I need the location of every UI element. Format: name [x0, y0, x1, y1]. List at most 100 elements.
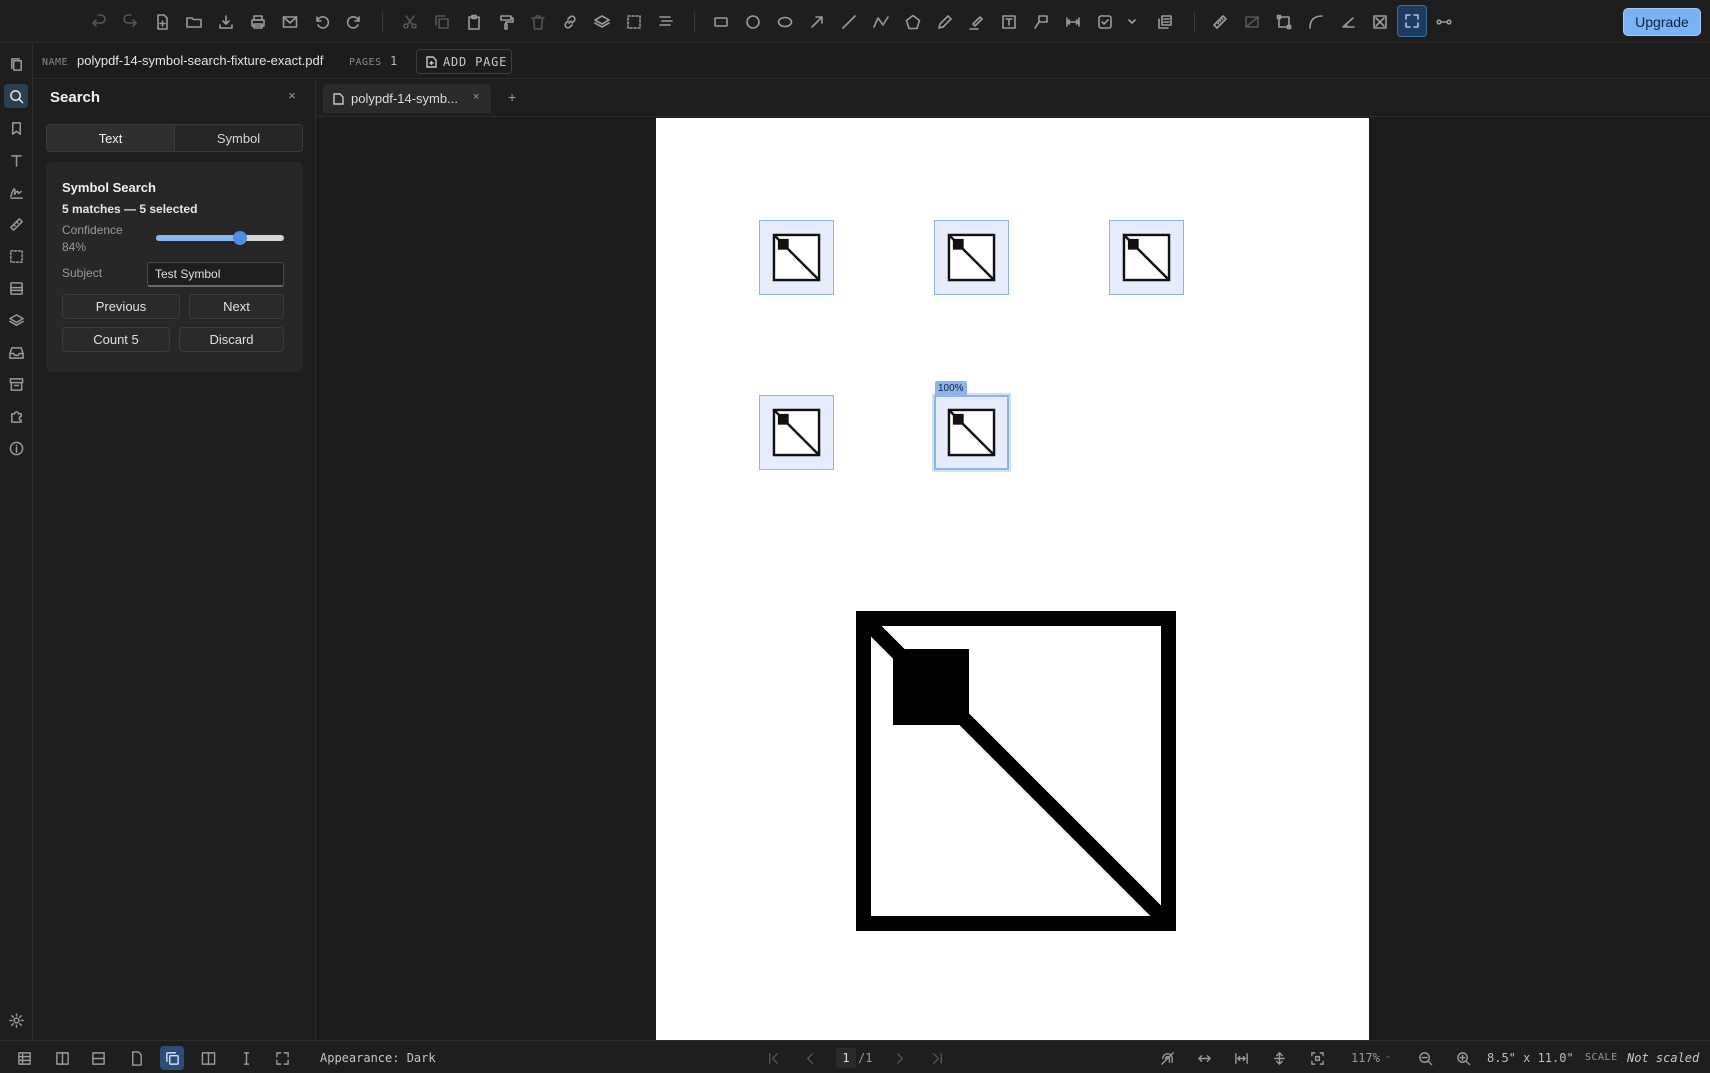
ellipse-icon[interactable] [773, 10, 797, 34]
puzzle-icon[interactable] [4, 404, 28, 428]
settings-icon[interactable] [4, 1008, 28, 1032]
pdf-page[interactable]: 100% [656, 118, 1369, 1040]
grid-view-icon[interactable] [12, 1046, 36, 1070]
single-page-icon[interactable] [124, 1046, 148, 1070]
callout-icon[interactable] [1029, 10, 1053, 34]
area-measure-icon[interactable] [1240, 10, 1264, 34]
fit-page-icon[interactable] [1305, 1046, 1329, 1070]
tab-text[interactable]: Text [47, 125, 175, 151]
rotate-left-icon[interactable] [310, 10, 334, 34]
first-page-icon[interactable] [761, 1046, 785, 1070]
print-icon[interactable] [246, 10, 270, 34]
close-tab-icon[interactable]: × [473, 91, 479, 103]
zoom-in-icon[interactable] [1451, 1046, 1475, 1070]
tab-symbol[interactable]: Symbol [175, 125, 302, 151]
link-icon[interactable] [558, 10, 582, 34]
delete-icon[interactable] [526, 10, 550, 34]
layers-icon[interactable] [4, 308, 28, 332]
select-area-icon[interactable] [622, 10, 646, 34]
discard-button[interactable]: Discard [179, 327, 284, 352]
highlighter-icon[interactable] [965, 10, 989, 34]
info-icon[interactable] [4, 436, 28, 460]
fullscreen-icon[interactable] [270, 1046, 294, 1070]
symbol-match[interactable] [759, 220, 834, 295]
symbol-match[interactable] [934, 220, 1009, 295]
line-icon[interactable] [837, 10, 861, 34]
new-file-icon[interactable] [150, 10, 174, 34]
upgrade-button[interactable]: Upgrade [1623, 8, 1701, 36]
perimeter-icon[interactable] [1272, 10, 1296, 34]
zoom-dropdown-icon[interactable]: ⌄ [1384, 1050, 1392, 1061]
angle-icon[interactable] [1336, 10, 1360, 34]
cut-icon[interactable] [398, 10, 422, 34]
layers-icon[interactable] [590, 10, 614, 34]
symbol-match[interactable] [759, 395, 834, 470]
pen-icon[interactable] [933, 10, 957, 34]
fit-width-icon[interactable] [1192, 1046, 1216, 1070]
polyline-icon[interactable] [869, 10, 893, 34]
circle-icon[interactable] [741, 10, 765, 34]
current-page-input[interactable]: 1 [836, 1048, 856, 1068]
last-page-icon[interactable] [925, 1046, 949, 1070]
zoom-level[interactable]: 117% [1351, 1051, 1380, 1065]
format-painter-icon[interactable] [494, 10, 518, 34]
previous-button[interactable]: Previous [62, 294, 180, 319]
bookmark-icon[interactable] [4, 116, 28, 140]
fit-page-width-icon[interactable] [1229, 1046, 1253, 1070]
count-button[interactable]: Count 5 [62, 327, 170, 352]
confidence-slider[interactable] [156, 231, 284, 245]
open-folder-icon[interactable] [182, 10, 206, 34]
symbol-match[interactable] [1109, 220, 1184, 295]
appearance-status[interactable]: Appearance: Dark [320, 1051, 436, 1065]
arc-icon[interactable] [1304, 10, 1328, 34]
distance-icon[interactable] [1432, 10, 1456, 34]
archive-icon[interactable] [4, 372, 28, 396]
copy-icon[interactable] [430, 10, 454, 34]
email-icon[interactable] [278, 10, 302, 34]
align-icon[interactable] [654, 10, 678, 34]
rotate-right-icon[interactable] [342, 10, 366, 34]
previous-page-icon[interactable] [798, 1046, 822, 1070]
dropdown-chevron-icon[interactable] [1120, 10, 1144, 34]
add-page-button[interactable]: ADD PAGE [416, 49, 512, 74]
close-icon[interactable]: × [283, 86, 301, 104]
polygon-icon[interactable] [901, 10, 925, 34]
measure-icon[interactable] [4, 212, 28, 236]
symbol-match-selected[interactable] [934, 395, 1009, 470]
document-tab[interactable]: polypdf-14-symb... × [323, 84, 491, 113]
search-icon[interactable] [4, 84, 28, 108]
download-icon[interactable] [214, 10, 238, 34]
zoom-out-icon[interactable] [1413, 1046, 1437, 1070]
checkbox-icon[interactable] [1093, 10, 1117, 34]
text-box-icon[interactable] [997, 10, 1021, 34]
two-page-icon[interactable] [196, 1046, 220, 1070]
dimension-icon[interactable] [1061, 10, 1085, 34]
snap-icon[interactable] [1155, 1046, 1179, 1070]
paste-icon[interactable] [462, 10, 486, 34]
fullscreen-capture-icon[interactable] [1397, 5, 1427, 37]
split-horizontal-icon[interactable] [86, 1046, 110, 1070]
scale-value[interactable]: Not scaled [1627, 1051, 1699, 1065]
undo-icon[interactable] [87, 10, 111, 34]
slider-thumb[interactable] [233, 231, 248, 245]
new-tab-button[interactable]: + [508, 89, 516, 105]
redo-icon[interactable] [118, 10, 142, 34]
next-button[interactable]: Next [189, 294, 284, 319]
rectangle-icon[interactable] [709, 10, 733, 34]
pages-icon[interactable] [4, 52, 28, 76]
inbox-icon[interactable] [4, 340, 28, 364]
continuous-view-icon[interactable] [160, 1046, 184, 1070]
forms-icon[interactable] [4, 276, 28, 300]
selection-icon[interactable] [4, 244, 28, 268]
count-icon[interactable] [1368, 10, 1392, 34]
text-icon[interactable] [4, 148, 28, 172]
signature-icon[interactable] [4, 180, 28, 204]
fit-height-icon[interactable] [1267, 1046, 1291, 1070]
arrow-icon[interactable] [805, 10, 829, 34]
next-page-icon[interactable] [887, 1046, 911, 1070]
subject-input[interactable] [147, 262, 284, 287]
text-cursor-icon[interactable] [234, 1046, 258, 1070]
split-vertical-icon[interactable] [50, 1046, 74, 1070]
document-canvas[interactable]: 100% [316, 118, 1710, 1040]
stamp-icon[interactable] [1153, 10, 1177, 34]
